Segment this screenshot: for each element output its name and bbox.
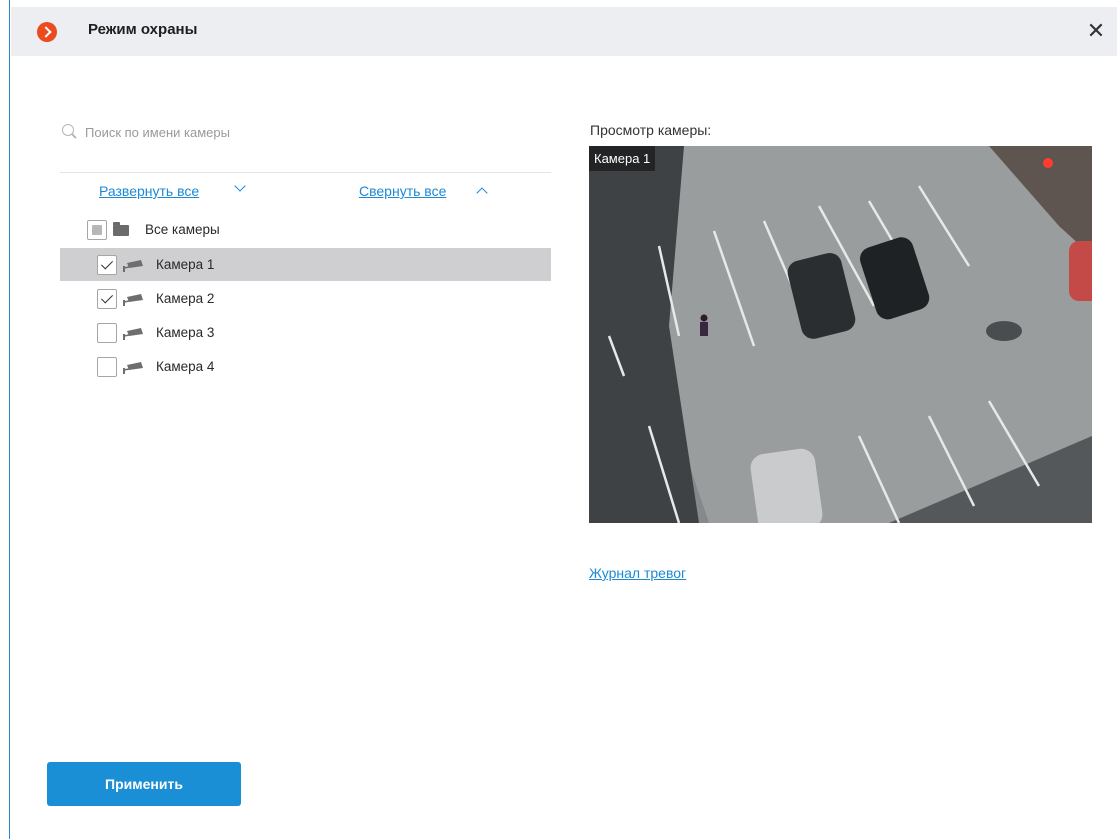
tree-row-camera-3[interactable]: Камера 3 <box>60 316 551 349</box>
recording-indicator-icon <box>1043 158 1053 168</box>
tree-row-camera-1[interactable]: Камера 1 <box>60 248 551 281</box>
dialog-title: Режим охраны <box>88 21 198 38</box>
tree-item-label: Камера 2 <box>156 291 215 306</box>
tree-item-label: Камера 3 <box>156 325 215 340</box>
all-cameras-checkbox[interactable] <box>87 220 107 240</box>
camera-search-input[interactable] <box>85 121 485 143</box>
folder-icon <box>113 222 129 236</box>
divider <box>60 172 551 173</box>
chevron-down-icon[interactable] <box>234 180 246 192</box>
search-box <box>60 116 551 156</box>
apply-button[interactable]: Применить <box>47 762 241 806</box>
collapse-all-link[interactable]: Свернуть все <box>359 183 446 199</box>
title-bar: Режим охраны ✕ <box>11 7 1117 56</box>
tree-row-all-cameras[interactable]: Все камеры <box>60 213 551 246</box>
window-frame-left <box>0 0 10 839</box>
chevron-up-icon[interactable] <box>476 187 488 199</box>
tree-row-camera-2[interactable]: Камера 2 <box>60 282 551 315</box>
camera-1-checkbox[interactable] <box>97 255 117 275</box>
tree-item-label: Камера 1 <box>156 257 215 272</box>
tree-item-label: Камера 4 <box>156 359 215 374</box>
tree-item-label: Все камеры <box>145 222 220 237</box>
camera-icon <box>123 294 143 306</box>
camera-4-checkbox[interactable] <box>97 357 117 377</box>
search-icon <box>62 124 74 136</box>
camera-icon <box>123 328 143 340</box>
tree-row-camera-4[interactable]: Камера 4 <box>60 350 551 383</box>
alarm-journal-link[interactable]: Журнал тревог <box>589 565 686 581</box>
camera-3-checkbox[interactable] <box>97 323 117 343</box>
close-button[interactable]: ✕ <box>1083 17 1109 45</box>
camera-2-checkbox[interactable] <box>97 289 117 309</box>
camera-icon <box>123 362 143 374</box>
camera-frame-image <box>589 146 1092 523</box>
camera-name-overlay: Камера 1 <box>589 146 656 171</box>
camera-preview[interactable]: Камера 1 <box>589 146 1092 523</box>
preview-label: Просмотр камеры: <box>590 122 712 138</box>
expand-all-link[interactable]: Развернуть все <box>99 183 199 199</box>
camera-icon <box>123 260 143 272</box>
chevron-right-circle-icon <box>37 22 57 42</box>
